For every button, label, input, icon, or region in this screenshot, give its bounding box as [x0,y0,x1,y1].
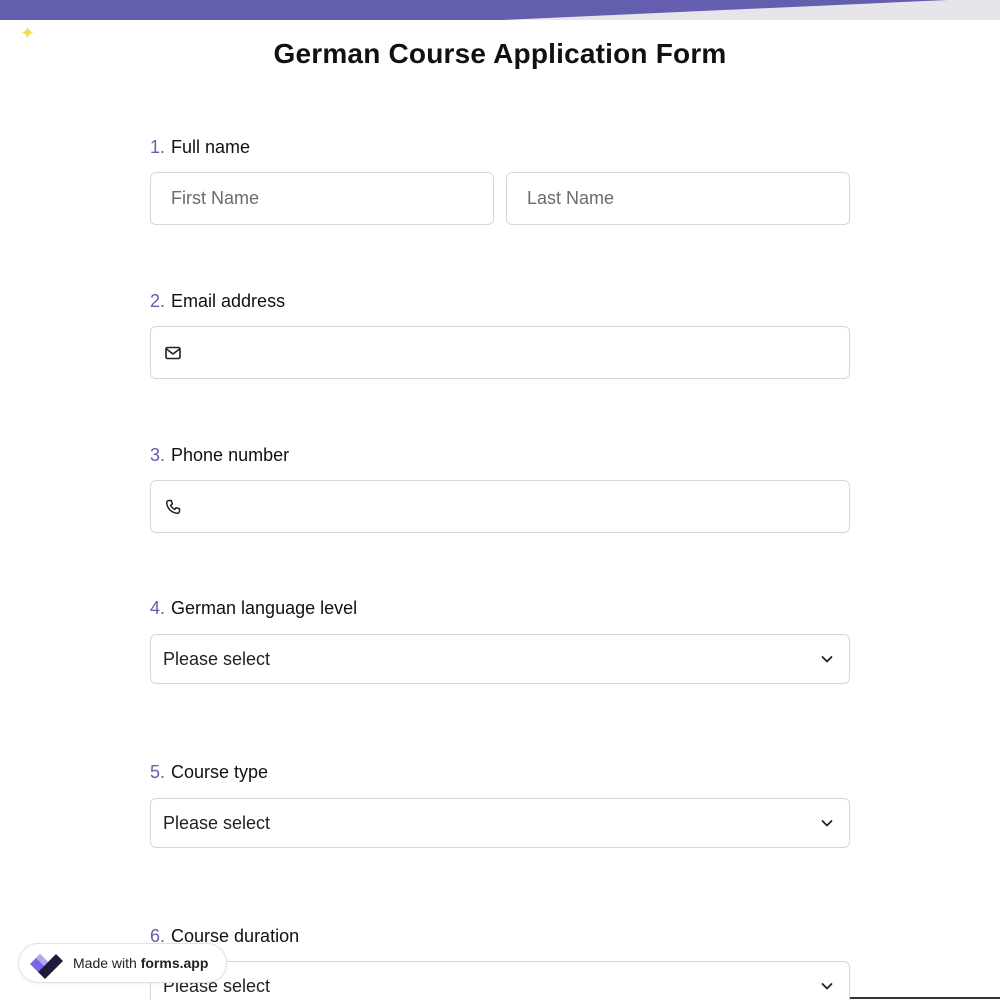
badge-text: Made with forms.app [73,944,208,982]
last-name-input[interactable]: Last Name [506,172,850,225]
phone-input[interactable] [150,480,850,533]
badge-brand: forms.app [140,955,209,971]
phone-icon [165,499,181,515]
question-text: Full name [171,137,251,157]
last-name-placeholder: Last Name [527,188,615,208]
question-number: 3. [150,445,166,465]
question-number: 5. [150,762,166,782]
question-language-level-label: 4. German language level [150,598,357,619]
chevron-down-icon [821,820,833,827]
chevron-down-icon [821,983,833,990]
first-name-placeholder: First Name [171,188,260,208]
email-input[interactable] [150,326,850,379]
header-accent-stripe [0,0,948,20]
chevron-down-icon [821,656,833,663]
question-email-label: 2. Email address [150,291,285,312]
course-duration-select[interactable]: Please select [150,961,850,1000]
question-text: Email address [171,291,286,311]
question-number: 2. [150,291,166,311]
progress-header-bar [0,0,1000,20]
question-text: German language level [171,598,358,618]
question-course-type-label: 5. Course type [150,762,268,783]
forms-app-logo-icon [30,954,63,979]
question-number: 4. [150,598,166,618]
select-value: Please select [163,813,271,833]
divider [850,997,1000,999]
question-text: Course type [171,762,269,782]
question-text: Phone number [171,445,290,465]
question-number: 1. [150,137,166,157]
course-type-select[interactable]: Please select [150,798,850,848]
question-full-name-label: 1. Full name [150,137,250,158]
first-name-input[interactable]: First Name [150,172,494,225]
envelope-icon [165,346,181,360]
language-level-select[interactable]: Please select [150,634,850,684]
made-with-forms-app-badge[interactable]: Made with forms.app [18,943,227,983]
question-phone-label: 3. Phone number [150,445,289,466]
form-title: German Course Application Form [273,38,727,69]
select-value: Please select [163,649,271,669]
badge-prefix: Made with [73,955,137,971]
